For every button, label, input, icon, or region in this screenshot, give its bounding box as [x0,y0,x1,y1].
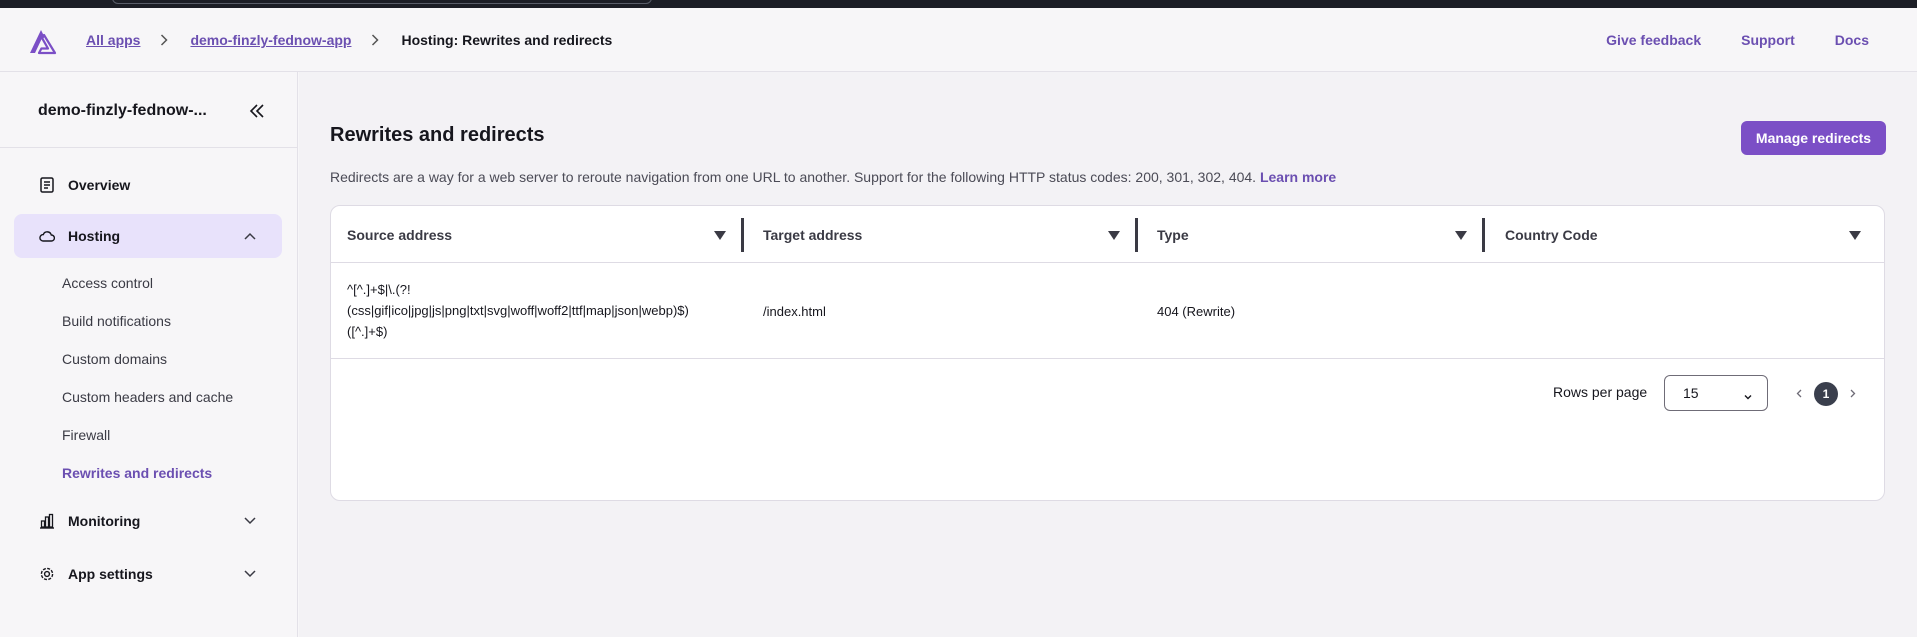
table-header: Source address Target address Type Count… [331,206,1884,263]
sidebar-item-label: Overview [68,177,131,193]
page-title: Rewrites and redirects [330,124,545,146]
chevron-right-icon [371,34,380,46]
column-header-target[interactable]: Target address [763,206,862,263]
chevron-down-icon [242,566,258,582]
rows-per-page-value: 15 [1683,385,1699,401]
sidebar-item-label: App settings [68,566,153,582]
sidebar-subitem-build-notifications[interactable]: Build notifications [62,313,171,329]
breadcrumb-current: Hosting: Rewrites and redirects [401,32,613,48]
column-resizer[interactable] [741,218,744,252]
give-feedback-link[interactable]: Give feedback [1606,32,1701,48]
table-row[interactable]: ^[^.]+$|\.(?! (css|gif|ico|jpg|js|png|tx… [331,263,1884,359]
source-address-cell: ^[^.]+$|\.(?! (css|gif|ico|jpg|js|png|tx… [347,279,747,342]
sidebar-item-label: Hosting [68,228,121,244]
document-icon [38,176,56,194]
manage-redirects-button[interactable]: Manage redirects [1741,121,1886,155]
sidebar-subitem-custom-domains[interactable]: Custom domains [62,351,167,367]
breadcrumb: All apps demo-finzly-fednow-app Hosting:… [86,8,612,72]
column-header-source[interactable]: Source address [347,206,452,263]
column-resizer[interactable] [1482,218,1485,252]
sidebar-subitem-rewrites-redirects[interactable]: Rewrites and redirects [62,465,212,481]
description-text: Redirects are a way for a web server to … [330,169,1257,185]
column-header-country[interactable]: Country Code [1505,206,1598,263]
sidebar-item-overview[interactable]: Overview [14,163,282,207]
address-bar-edge [112,0,652,4]
breadcrumb-all-apps-link[interactable]: All apps [86,32,140,48]
sidebar-subitem-custom-headers[interactable]: Custom headers and cache [62,389,233,405]
rows-per-page-label: Rows per page [1553,384,1648,400]
support-link[interactable]: Support [1741,32,1795,48]
sidebar-item-app-settings[interactable]: App settings [14,552,282,596]
sort-caret-icon[interactable] [1108,228,1120,240]
sidebar: demo-finzly-fednow-... Overview Hosting … [0,72,298,637]
header-links: Give feedback Support Docs [1606,8,1869,72]
sort-caret-icon[interactable] [1849,228,1861,240]
bar-chart-icon [38,512,56,530]
source-line: ^[^.]+$|\.(?! [347,282,411,297]
target-address-cell: /index.html [763,304,826,319]
sort-caret-icon[interactable] [714,228,726,240]
redirects-table: Source address Target address Type Count… [330,205,1885,501]
sidebar-item-label: Monitoring [68,513,141,529]
sidebar-subitem-access-control[interactable]: Access control [62,275,153,291]
breadcrumb-app-link[interactable]: demo-finzly-fednow-app [190,32,351,48]
browser-top-bar [0,0,1917,8]
collapse-sidebar-icon[interactable] [246,100,268,122]
cloud-icon [38,227,56,245]
previous-page-icon[interactable] [1792,385,1806,401]
sidebar-subitem-firewall[interactable]: Firewall [62,427,110,443]
column-header-type[interactable]: Type [1157,206,1189,263]
sort-caret-icon[interactable] [1455,228,1467,240]
gear-icon [38,565,56,583]
amplify-logo-icon[interactable] [29,29,59,55]
chevron-right-icon [160,34,169,46]
sidebar-item-hosting[interactable]: Hosting [14,214,282,258]
next-page-icon[interactable] [1846,385,1860,401]
type-cell: 404 (Rewrite) [1157,304,1236,319]
sidebar-item-monitoring[interactable]: Monitoring [14,499,282,543]
chevron-down-icon [242,513,258,529]
page-description: Redirects are a way for a web server to … [330,169,1336,185]
sidebar-header: demo-finzly-fednow-... [0,72,298,148]
sidebar-app-title: demo-finzly-fednow-... [38,102,207,119]
source-line: ([^.]+$) [347,324,388,339]
pagination-row: Rows per page 15 1 [331,359,1884,429]
docs-link[interactable]: Docs [1835,32,1869,48]
rows-per-page-select[interactable]: 15 [1664,375,1768,411]
app-header: All apps demo-finzly-fednow-app Hosting:… [0,8,1917,72]
chevron-down-icon [1743,389,1753,400]
source-line: (css|gif|ico|jpg|js|png|txt|svg|woff|wof… [347,303,689,318]
chevron-up-icon [242,228,258,244]
main-content: Rewrites and redirects Manage redirects … [299,72,1917,637]
learn-more-link[interactable]: Learn more [1260,169,1336,185]
page-number-current[interactable]: 1 [1814,382,1838,406]
column-resizer[interactable] [1135,218,1138,252]
